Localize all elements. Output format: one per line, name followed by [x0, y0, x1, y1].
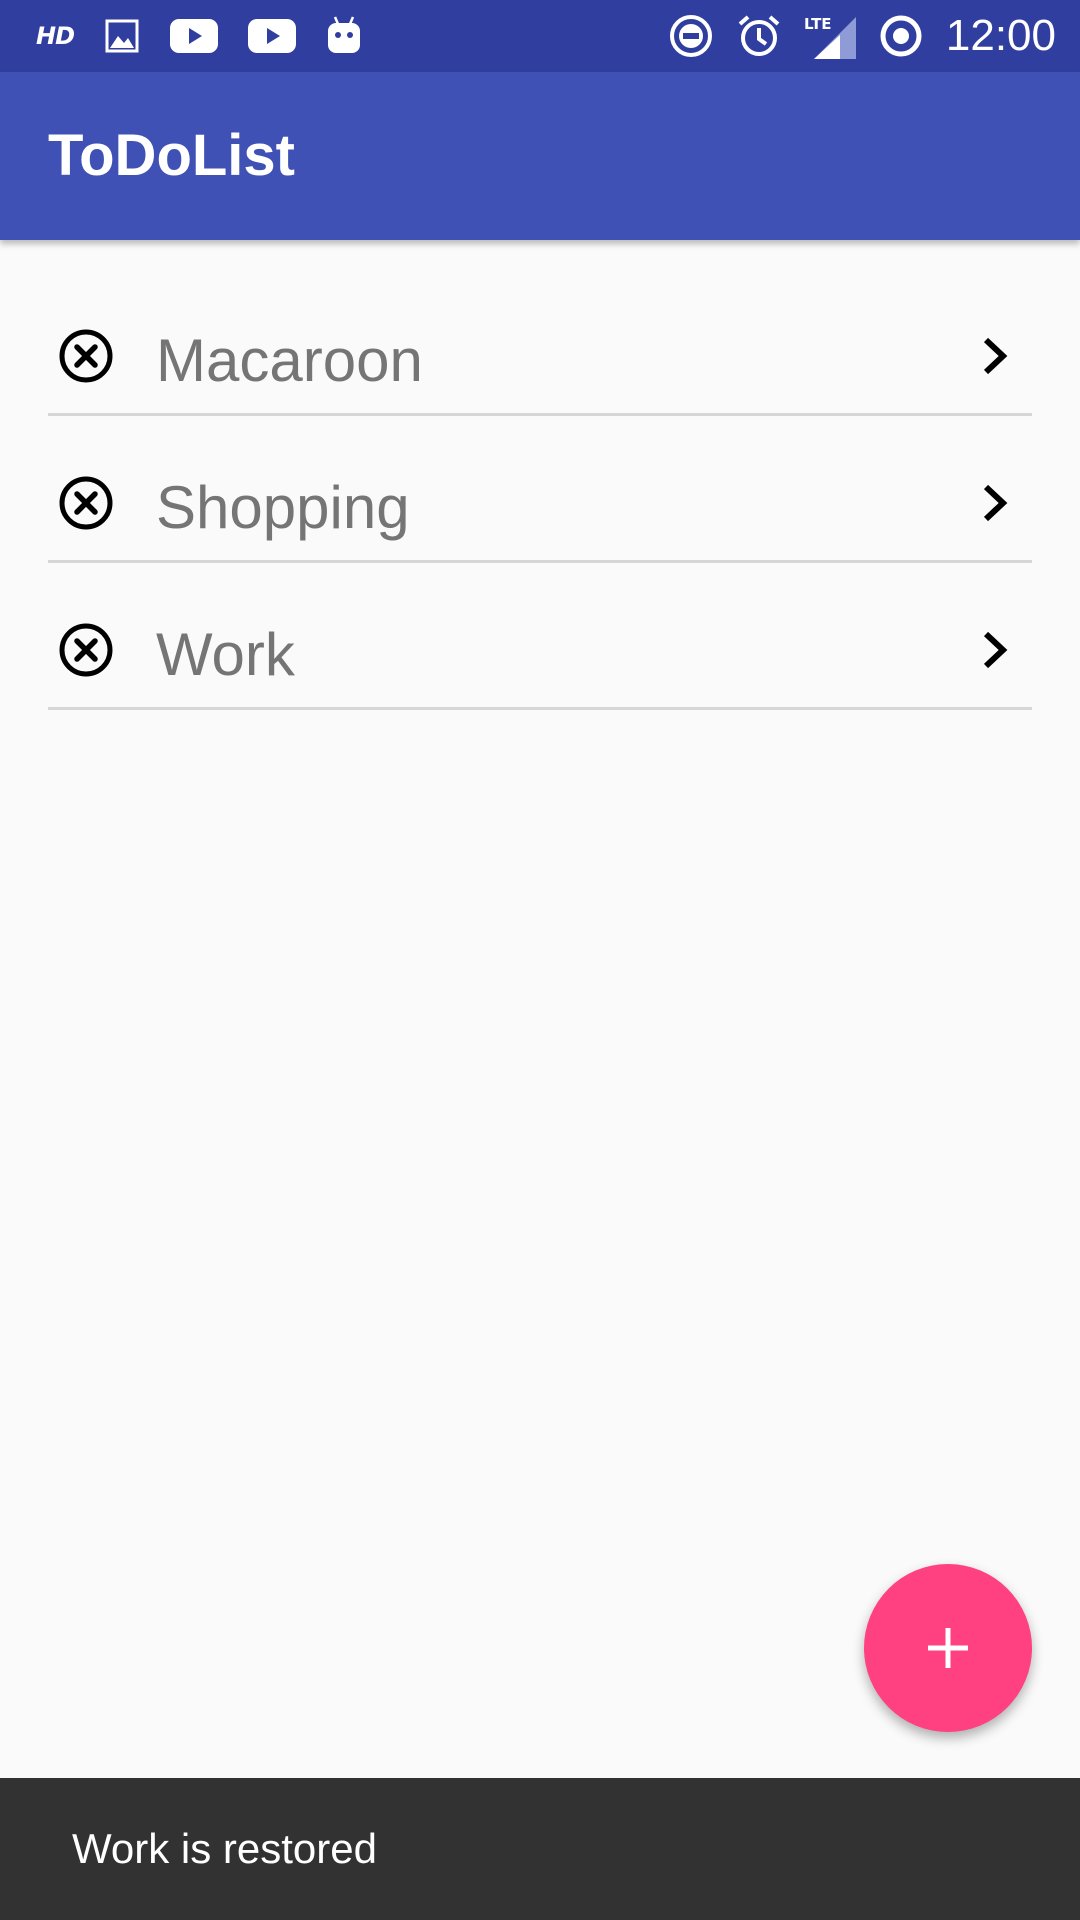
snackbar-message: Work is restored — [72, 1825, 377, 1872]
system-icons: LTE 12:00 — [646, 0, 1056, 72]
do-not-disturb-icon — [668, 13, 714, 59]
delete-list-button[interactable] — [58, 475, 114, 531]
cancel-circle-icon — [59, 329, 113, 383]
app-title: ToDoList — [48, 123, 295, 188]
open-list-button[interactable] — [980, 481, 1010, 525]
android-icon — [326, 15, 362, 57]
notification-icons: HD — [36, 0, 392, 72]
plus-icon — [928, 1628, 968, 1668]
open-list-button[interactable] — [980, 334, 1010, 378]
list-item[interactable]: Work — [48, 588, 1032, 710]
list-item-label: Macaroon — [156, 327, 423, 394]
list-item-label: Work — [156, 621, 295, 688]
hd-icon: HD — [36, 22, 75, 50]
lte-label: LTE — [804, 15, 832, 33]
todolist-screen: HD LTE 12:00 ToDoList Macaroon Shopping … — [0, 0, 1080, 1920]
open-list-button[interactable] — [980, 628, 1010, 672]
clock: 12:00 — [945, 11, 1056, 60]
cancel-circle-icon — [59, 476, 113, 530]
youtube-icon — [170, 19, 219, 53]
app-bar: ToDoList — [0, 72, 1080, 240]
youtube-icon — [248, 19, 297, 53]
lte-signal-icon: LTE — [804, 13, 856, 59]
cancel-circle-icon — [59, 623, 113, 677]
chevron-right-icon — [983, 337, 1008, 375]
list-item-label: Shopping — [156, 474, 410, 541]
add-list-button[interactable] — [864, 1564, 1032, 1732]
snackbar: Work is restored — [0, 1778, 1080, 1920]
delete-list-button[interactable] — [58, 328, 114, 384]
todo-list: Macaroon Shopping Work — [48, 294, 1032, 735]
list-item[interactable]: Macaroon — [48, 294, 1032, 416]
delete-list-button[interactable] — [58, 622, 114, 678]
status-bar: HD LTE 12:00 — [0, 0, 1080, 72]
list-item[interactable]: Shopping — [48, 441, 1032, 563]
chevron-right-icon — [983, 484, 1008, 522]
image-icon — [104, 18, 140, 54]
battery-icon — [878, 13, 924, 59]
alarm-icon — [736, 13, 782, 59]
chevron-right-icon — [983, 631, 1008, 669]
